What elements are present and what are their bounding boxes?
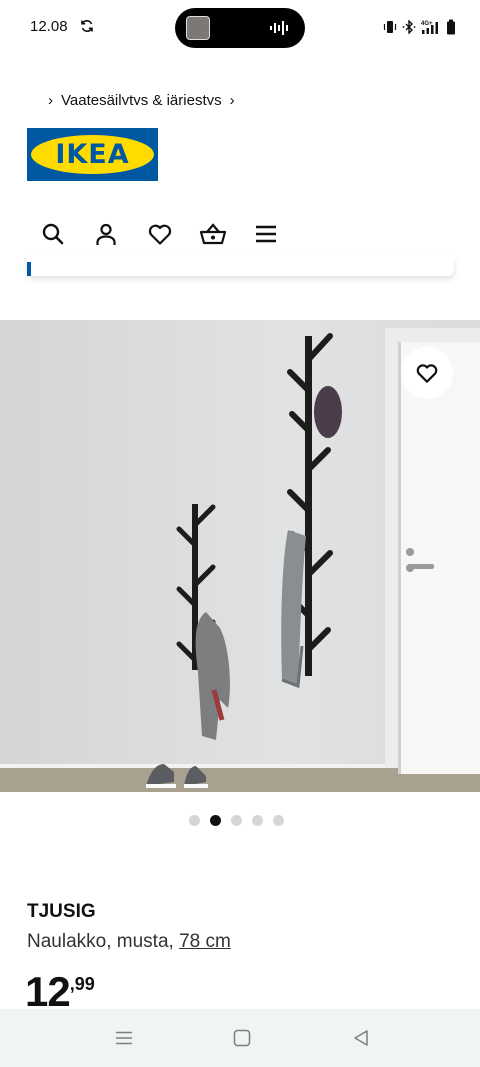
product-size-link[interactable]: 78 cm	[179, 931, 231, 952]
battery-icon	[447, 19, 455, 35]
price-decimal: ,99	[69, 974, 95, 994]
carousel-indicator[interactable]	[0, 815, 480, 826]
media-thumbnail	[186, 16, 210, 40]
signal-icon: 4G+	[421, 21, 438, 34]
heart-icon	[148, 224, 172, 245]
basket-button[interactable]	[198, 219, 228, 249]
audio-wave-icon	[270, 21, 288, 35]
carousel-dot[interactable]	[230, 815, 242, 826]
dynamic-island[interactable]	[175, 8, 305, 48]
basket-icon	[199, 223, 227, 245]
status-time: 12.08	[30, 18, 68, 35]
logo-text: IKEA	[55, 139, 130, 170]
back-button[interactable]	[350, 1027, 372, 1049]
product-type: Naulakko, musta,	[27, 931, 174, 952]
status-bar: 12.08 4G+	[0, 0, 480, 56]
wishlist-button[interactable]	[145, 219, 175, 249]
system-nav-bar	[0, 1009, 480, 1067]
card-accent	[27, 262, 31, 276]
status-icons: 4G+	[383, 17, 456, 37]
back-icon	[354, 1030, 368, 1046]
breadcrumb-item[interactable]: Vaatesäilytys & järjestys	[61, 92, 222, 105]
product-name: TJUSIG	[27, 901, 96, 922]
add-to-wishlist-button[interactable]	[401, 347, 453, 399]
recent-apps-button[interactable]	[113, 1027, 135, 1049]
home-button[interactable]	[231, 1027, 253, 1049]
account-button[interactable]	[91, 219, 121, 249]
breadcrumb[interactable]: › Vaatesäilytys & järjestys ›	[44, 91, 243, 105]
search-icon	[42, 223, 64, 245]
product-description: Naulakko, musta, 78 cm	[27, 931, 231, 953]
carousel-dot-active[interactable]	[209, 815, 221, 826]
info-card-edge	[27, 256, 454, 276]
chevron-right-icon: ›	[229, 92, 235, 105]
home-icon	[233, 1029, 251, 1047]
account-icon	[96, 223, 116, 245]
carousel-dot[interactable]	[272, 815, 284, 826]
ikea-logo[interactable]: IKEA	[27, 128, 158, 181]
recent-apps-icon	[116, 1031, 132, 1045]
bluetooth-icon	[402, 20, 416, 34]
sync-icon	[81, 20, 93, 32]
carousel-dot[interactable]	[251, 815, 263, 826]
heart-icon	[416, 364, 438, 383]
menu-button[interactable]	[251, 219, 281, 249]
carousel-dot[interactable]	[188, 815, 200, 826]
menu-icon	[256, 225, 276, 243]
search-button[interactable]	[38, 219, 68, 249]
vibrate-icon	[383, 21, 397, 33]
price-integer: 12	[25, 968, 71, 1015]
chevron-right-icon: ›	[48, 92, 53, 105]
